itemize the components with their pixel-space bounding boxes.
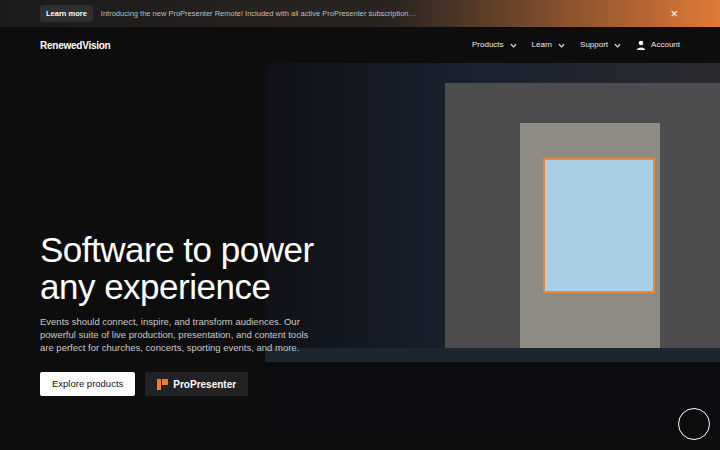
explore-products-button[interactable]: Explore products — [40, 372, 135, 396]
learn-more-button[interactable]: Learn more — [40, 5, 93, 22]
user-icon — [636, 40, 646, 50]
logo[interactable]: RenewedVision — [40, 38, 110, 53]
chevron-down-icon — [557, 41, 566, 50]
navbar: RenewedVision Products Learn Support Account — [0, 27, 720, 63]
hero-photo — [265, 63, 720, 430]
close-button[interactable]: × — [670, 7, 678, 20]
chevron-down-icon — [613, 41, 622, 50]
nav-item[interactable]: Products — [472, 39, 518, 51]
chat-button[interactable] — [678, 408, 710, 440]
hero-description: Events should connect, inspire, and tran… — [40, 315, 312, 354]
hero: Software to powerany experience Events sh… — [0, 63, 720, 450]
nav-item[interactable]: Account — [636, 39, 680, 51]
announcement-banner: Learn more Introducing the new ProPresent… — [0, 0, 720, 27]
banner-text: Introducing the new ProPresenter Remote!… — [101, 8, 416, 19]
propresenter-logo-icon — [157, 379, 168, 390]
chevron-down-icon — [509, 41, 518, 50]
nav-item[interactable]: Learn — [532, 39, 566, 51]
page: Learn more Introducing the new ProPresent… — [0, 0, 720, 450]
hero-title: Software to powerany experience — [40, 231, 330, 305]
propresenter-button[interactable]: ProPresenter — [145, 372, 248, 396]
nav-item[interactable]: Support — [580, 39, 622, 51]
